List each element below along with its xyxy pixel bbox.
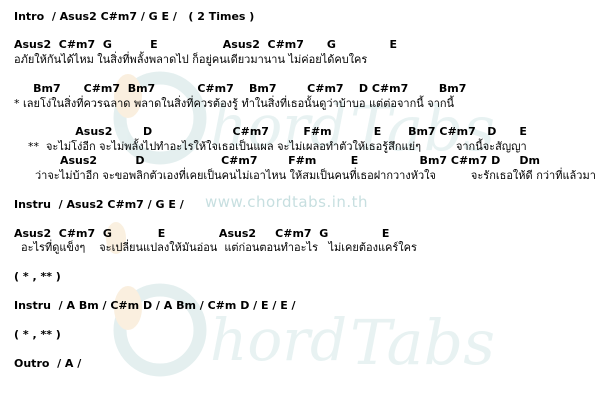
- chorus1-chord-line: Asus2 D C#m7 F#m E Bm7 C#m7 D E: [14, 125, 527, 138]
- chorus2-lyric-line: ว่าจะไม่บ้าอีก จะขอพลิกตัวเองที่เคยเป็นค…: [14, 169, 596, 182]
- verse3-chord-line: Asus2 C#m7 G E Asus2 C#m7 G E: [14, 227, 390, 240]
- verse1-lyric-line: อภัยให้กันได้ไหม ในสิ่งที่พลั้งพลาดไป ก็…: [14, 53, 368, 66]
- intro-line: Intro / Asus2 C#m7 / G E / ( 2 Times ): [14, 10, 255, 23]
- instru2-line: Instru / A Bm / C#m D / A Bm / C#m D / E…: [14, 299, 296, 312]
- watermark-url: www.chordtabs.in.th: [205, 193, 369, 211]
- verse2-chord-line: Bm7 C#m7 Bm7 C#m7 Bm7 C#m7 D C#m7 Bm7: [14, 82, 467, 95]
- svg-text:hord: hord: [210, 306, 347, 374]
- repeat1-line: ( * , ** ): [14, 270, 61, 283]
- svg-text:Tabs: Tabs: [350, 306, 495, 379]
- repeat2-line: ( * , ** ): [14, 328, 61, 341]
- outro-line: Outro / A /: [14, 357, 82, 370]
- chorus1-lyric-line: ** จะไม่โง่อีก จะไม่พลั้งไปทำอะไรให้ใจเธ…: [14, 140, 527, 153]
- instru1-line: Instru / Asus2 C#m7 / G E /: [14, 198, 184, 211]
- chorus2-chord-line: Asus2 D C#m7 F#m E Bm7 C#m7 D Dm: [14, 154, 540, 167]
- verse1-chord-line: Asus2 C#m7 G E Asus2 C#m7 G E: [14, 38, 398, 51]
- chord-sheet-page: hord Tabs hord Tabs www.chordtabs.in.th …: [0, 0, 611, 407]
- verse2-lyric-line: * เลยโง่ในสิ่งที่ควรฉลาด พลาดในสิ่งที่คว…: [14, 97, 455, 110]
- verse3-lyric-line: อะไรที่ดูแข็งๆ จะเปลี่ยนแปลงให้มันอ่อน แ…: [14, 241, 417, 254]
